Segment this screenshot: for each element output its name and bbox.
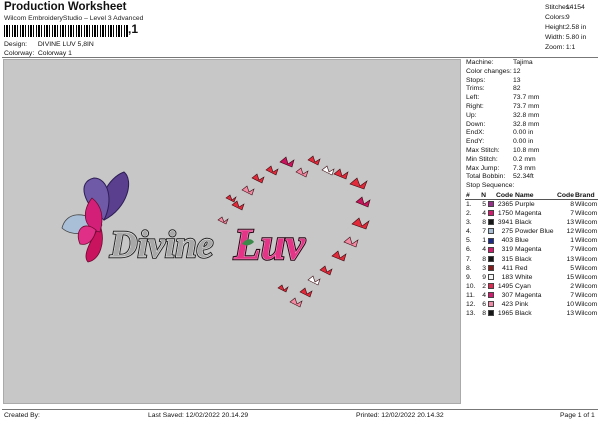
table-row: 6. 4 319 Magenta 7 Wilcom: [466, 246, 598, 254]
barcode: [4, 25, 128, 37]
design-row: Design: DIVINE LUV 5,8IN: [4, 41, 94, 48]
info-color-changes: Color changes: 12: [466, 67, 521, 75]
design-value: DIVINE LUV 5,8IN: [37, 41, 94, 48]
barcode-mark: ,1: [128, 22, 139, 36]
color-swatch: [488, 273, 494, 280]
color-swatch: [488, 219, 494, 226]
info-max-stitch: Max Stitch: 10.8 mm: [466, 146, 540, 154]
color-swatch: [488, 246, 494, 253]
table-row: 4. 7 275 Powder Blue 12 Wilcom: [466, 228, 598, 236]
color-swatch: [488, 301, 494, 308]
info-max-jump: Max Jump: 7.3 mm: [466, 164, 536, 172]
table-row: 1. 5 2365 Purple 8 Wilcom: [466, 201, 598, 209]
table-row: 5. 1 403 Blue 1 Wilcom: [466, 237, 598, 245]
stop-sequence-title: Stop Sequence:: [466, 182, 515, 190]
stat-height: Height: 2.58 in: [545, 24, 587, 31]
color-swatch: [488, 255, 494, 262]
design-label: Design:: [4, 41, 28, 48]
info-down: Down: 32.8 mm: [466, 120, 540, 128]
info-machine: Machine: Tajima: [466, 59, 533, 66]
color-swatch: [488, 228, 494, 235]
header-divider: [2, 57, 598, 58]
table-row: 9. 9 183 White 15 Wilcom: [466, 273, 598, 281]
table-row: 7. 8 315 Black 13 Wilcom: [466, 255, 598, 263]
info-total-bobbin: Total Bobbin: 52.34ft: [466, 173, 534, 181]
stat-stitches: Stitches: 14154: [545, 4, 585, 11]
info-left: Left: 73.7 mm: [466, 94, 540, 102]
table-row: 2. 4 1750 Magenta 7 Wilcom: [466, 210, 598, 218]
info-right: Right: 73.7 mm: [466, 102, 540, 110]
info-up: Up: 32.8 mm: [466, 111, 540, 119]
color-swatch: [488, 283, 494, 290]
stop-sequence-header: # N Code Name Code Brand: [465, 190, 598, 201]
table-row: 11. 4 307 Magenta 7 Wilcom: [466, 291, 598, 299]
table-row: 3. 8 3941 Black 13 Wilcom: [466, 219, 598, 227]
table-row: 8. 3 411 Red 5 Wilcom: [466, 264, 598, 272]
footer-divider: [2, 409, 598, 410]
info-endx: EndX: 0.00 in: [466, 129, 534, 137]
color-swatch: [488, 237, 494, 244]
stat-colors: Colors: 9: [545, 14, 570, 21]
design-preview: Divine Divine Luv Luv: [3, 59, 461, 404]
color-swatch: [488, 310, 494, 317]
info-trims: Trims: 82: [466, 85, 521, 93]
svg-text:Divine: Divine: [109, 224, 214, 266]
stat-width: Width: 5.80 in: [545, 34, 587, 41]
created-by: Created By:: [4, 412, 40, 419]
color-swatch: [488, 292, 494, 299]
table-row: 12. 6 423 Pink 10 Wilcom: [466, 301, 598, 309]
colorway-value: Colorway 1: [37, 50, 72, 57]
colorway-label: Colorway:: [4, 50, 35, 57]
info-min-stitch: Min Stitch: 0.2 mm: [466, 155, 536, 163]
stat-zoom: Zoom: 1:1: [545, 44, 576, 51]
printed-date: Printed: 12/02/2022 20.14.32: [356, 412, 444, 419]
color-swatch: [488, 264, 494, 271]
design-stats: Stitches: 14154 Colors: 9 Height: 2.58 i…: [545, 3, 586, 53]
table-row: 10. 2 1495 Cyan 2 Wilcom: [466, 282, 598, 290]
info-stops: Stops: 13: [466, 76, 521, 84]
table-row: 13. 8 1965 Black 13 Wilcom: [466, 310, 598, 318]
stop-sequence-table: # N Code Name Code Brand 1. 5 2365 Purple 8 W…: [465, 190, 598, 318]
info-endy: EndY: 0.00 in: [466, 138, 534, 146]
software-name: Wilcom EmbroideryStudio – Level 3 Advanc…: [4, 15, 144, 22]
page-title: Production Worksheet: [4, 1, 127, 13]
color-swatch: [488, 201, 494, 208]
color-swatch: [488, 210, 494, 217]
last-saved: Last Saved: 12/02/2022 20.14.29: [148, 412, 249, 419]
page-number: Page 1 of 1: [560, 412, 595, 419]
machine-info-panel: Machine: Tajima Color changes: 12 Stops: 13…: [465, 59, 598, 318]
embroidery-design-image: Divine Divine Luv Luv: [61, 155, 371, 308]
colorway-row: Colorway: Colorway 1: [4, 50, 72, 57]
